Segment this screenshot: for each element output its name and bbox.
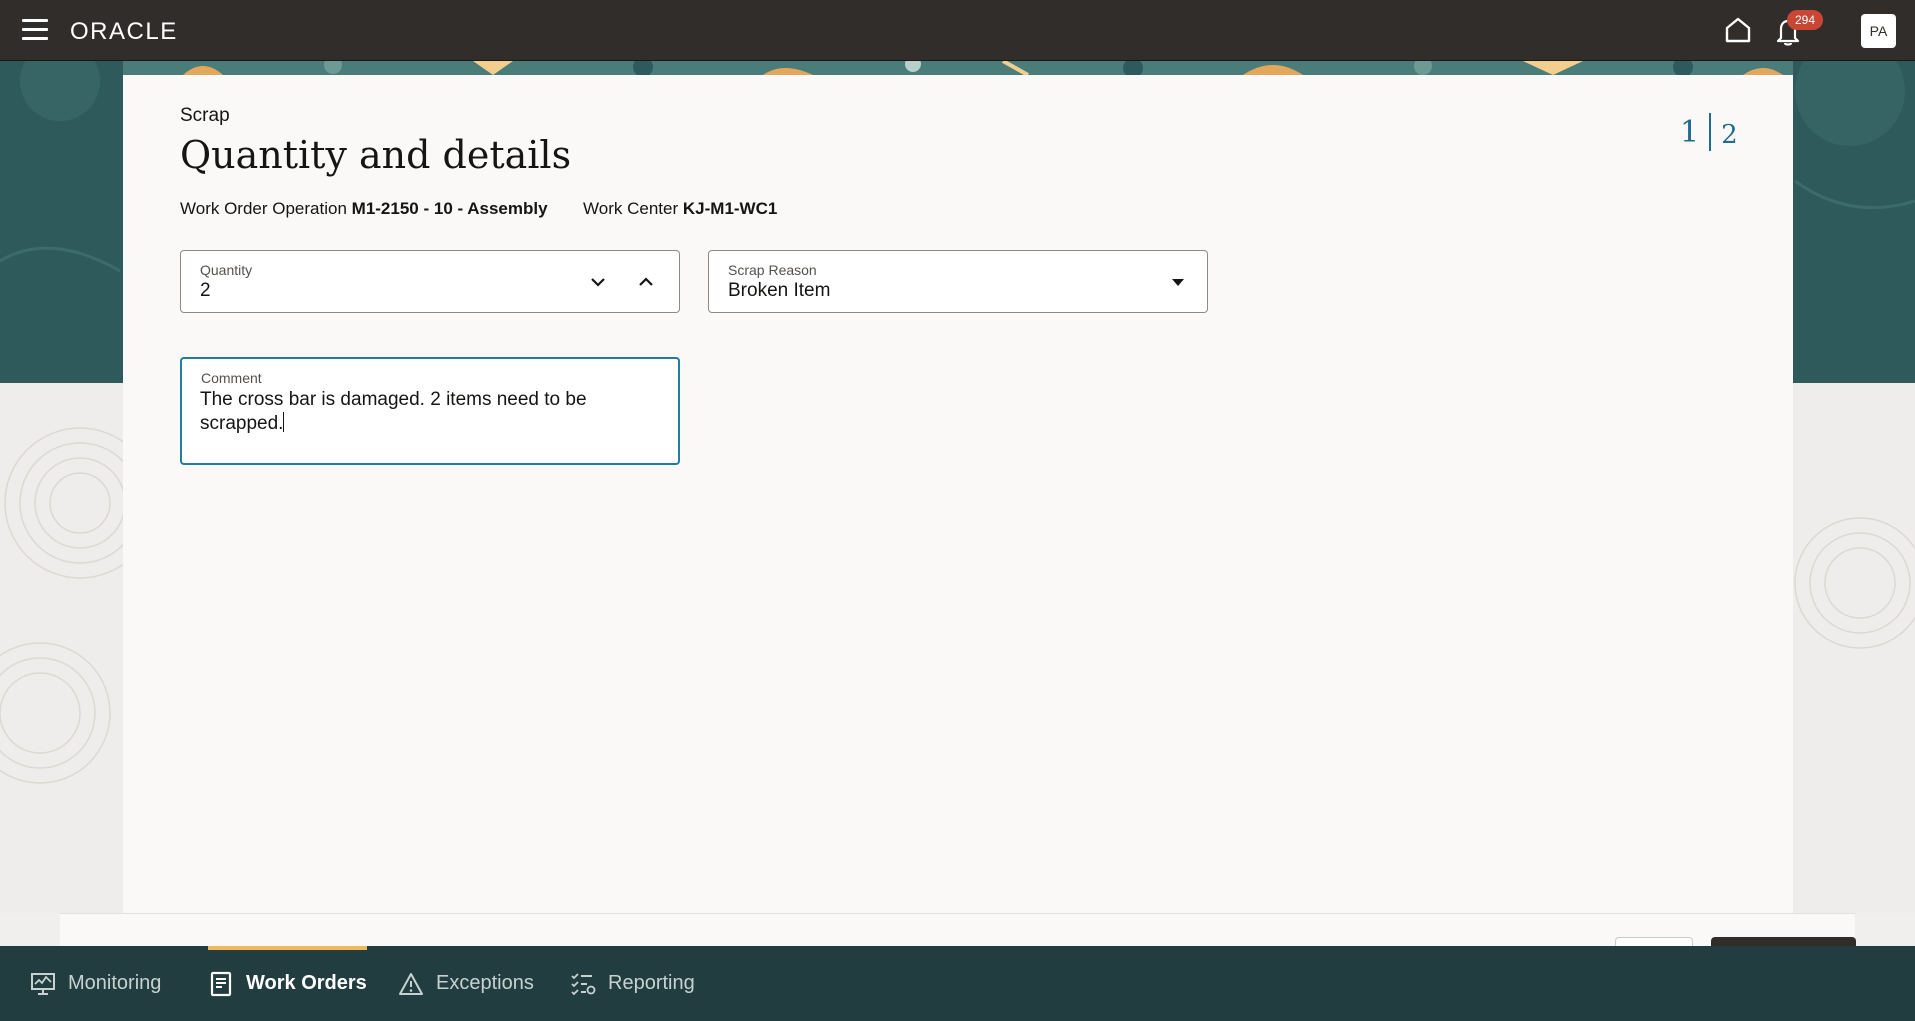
home-icon[interactable] (1722, 14, 1754, 46)
work-center-value: KJ-M1-WC1 (682, 199, 778, 218)
work-center-label: Work Center (583, 199, 679, 218)
bottom-navigation: Monitoring Work Orders Exceptions Report… (0, 946, 1915, 1021)
page-title: Quantity and details (180, 133, 572, 177)
nav-label-exceptions: Exceptions (436, 972, 534, 994)
user-avatar[interactable]: PA (1861, 14, 1896, 48)
oracle-logo[interactable]: ORACLE (70, 18, 178, 46)
step-total: 2 (1721, 120, 1738, 150)
decrement-chevron-down-icon[interactable] (581, 265, 615, 299)
nav-item-reporting[interactable]: Reporting (570, 946, 695, 1021)
nav-item-work-orders[interactable]: Work Orders (208, 946, 367, 1021)
top-header-bar: ORACLE 294 PA (0, 0, 1915, 61)
work-order-operation-value: M1-2150 - 10 - Assembly (351, 199, 548, 218)
increment-chevron-up-icon[interactable] (629, 265, 663, 299)
nav-label-work-orders: Work Orders (246, 972, 367, 994)
document-icon (210, 971, 232, 996)
text-cursor (283, 412, 285, 432)
step-indicator: 1 2 (1680, 112, 1738, 152)
work-order-operation-label: Work Order Operation (180, 199, 347, 218)
page-overline: Scrap (180, 105, 230, 126)
nav-label-reporting: Reporting (608, 972, 695, 994)
comment-value: The cross bar is damaged. 2 items need t… (200, 389, 587, 434)
nav-label-monitoring: Monitoring (68, 972, 162, 994)
notification-count-badge: 294 (1787, 10, 1823, 30)
nav-item-monitoring[interactable]: Monitoring (30, 946, 161, 1021)
nav-item-exceptions[interactable]: Exceptions (398, 946, 534, 1021)
monitor-icon (31, 972, 55, 995)
scrap-reason-select[interactable]: Scrap Reason Broken Item (708, 250, 1208, 313)
scrap-reason-value: Broken Item (728, 280, 831, 301)
checklist-icon (571, 972, 596, 995)
card-banner-pattern (123, 61, 1793, 75)
comment-textarea[interactable]: Comment The cross bar is damaged. 2 item… (180, 357, 680, 465)
warning-icon (399, 972, 423, 995)
step-divider (1709, 113, 1712, 151)
hamburger-menu-icon[interactable] (22, 19, 48, 41)
step-current: 1 (1680, 114, 1700, 150)
scrap-reason-label: Scrap Reason (728, 262, 817, 278)
comment-label: Comment (201, 370, 262, 386)
quantity-value[interactable]: 2 (200, 280, 211, 302)
quantity-label: Quantity (200, 262, 253, 278)
footer-action-strip (60, 913, 1855, 946)
quantity-stepper[interactable]: Quantity 2 (180, 250, 680, 313)
work-order-context: Work Order Operation M1-2150 - 10 - Asse… (180, 199, 777, 219)
dropdown-caret-icon[interactable] (1169, 273, 1187, 291)
